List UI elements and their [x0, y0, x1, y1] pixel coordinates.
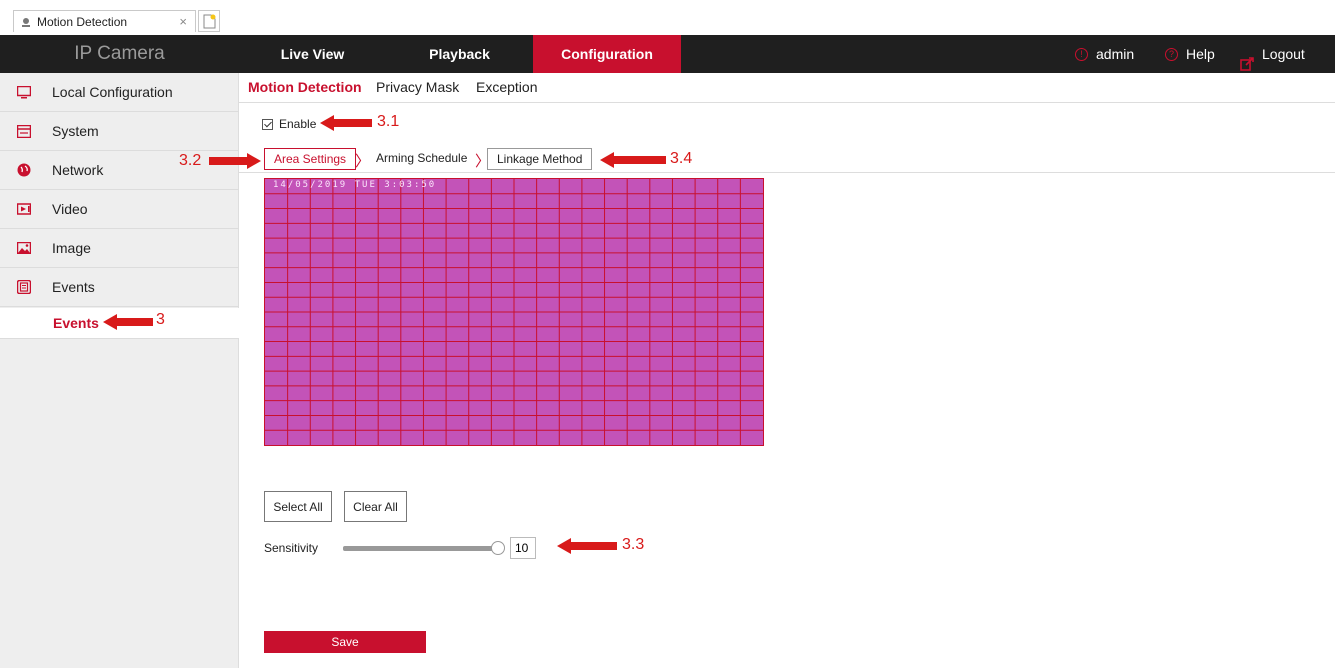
enable-checkbox[interactable]: [262, 118, 273, 130]
sidebar-item-system[interactable]: System: [0, 112, 239, 151]
sidebar-item-label: System: [52, 123, 99, 139]
motion-area-grid[interactable]: 14/05/2019 TUE 3:03:50: [264, 178, 764, 446]
help-label: Help: [1186, 46, 1215, 62]
user-menu[interactable]: ! admin: [1075, 35, 1134, 73]
save-button[interactable]: Save: [264, 631, 426, 653]
annotation-label-3-4: 3.4: [670, 150, 693, 167]
sidebar-item-label: Video: [52, 201, 88, 217]
image-icon: [17, 241, 31, 255]
logout-icon: [1240, 47, 1254, 71]
annotation-label-3-1: 3.1: [377, 113, 400, 130]
sidebar-item-image[interactable]: Image: [0, 229, 239, 268]
sidebar-item-label: Network: [52, 162, 104, 178]
nav-configuration[interactable]: Configuration: [533, 35, 681, 73]
tab-exception[interactable]: Exception: [476, 79, 537, 95]
sidebar-item-network[interactable]: Network: [0, 151, 239, 190]
help-link[interactable]: ? Help: [1165, 35, 1215, 73]
tab-motion-detection[interactable]: Motion Detection: [248, 79, 362, 95]
annotation-arrow-3-2: [209, 153, 261, 169]
sensitivity-slider-fill: [343, 546, 498, 551]
page: Motion Detection × IP Camera Live View P…: [0, 0, 1335, 668]
step-arming-schedule[interactable]: Arming Schedule: [367, 148, 476, 170]
user-name: admin: [1096, 46, 1135, 62]
browser-tab-title: Motion Detection: [37, 14, 128, 29]
user-icon: !: [1075, 47, 1088, 61]
annotation-arrow-3: [103, 314, 153, 330]
globe-icon: [17, 163, 31, 177]
sidebar-item-label: Image: [52, 240, 91, 256]
sidebar: Local Configuration System Network Video…: [0, 73, 239, 668]
top-nav: IP Camera Live View Playback Configurati…: [0, 35, 1335, 73]
step-area-settings[interactable]: Area Settings: [264, 148, 357, 170]
enable-row[interactable]: Enable: [262, 117, 316, 131]
browser-tab[interactable]: Motion Detection ×: [13, 10, 196, 32]
enable-label: Enable: [279, 117, 317, 131]
brand-title: IP Camera: [74, 43, 165, 64]
sidebar-item-events[interactable]: Events: [0, 268, 239, 307]
logout-link[interactable]: Logout: [1240, 35, 1305, 73]
browser-tabstrip: Motion Detection ×: [0, 0, 1335, 32]
osd-timestamp: 14/05/2019 TUE 3:03:50: [273, 180, 437, 190]
annotation-label-3: 3: [156, 311, 165, 328]
events-icon: [17, 280, 31, 294]
annotation-arrow-3-3: [557, 538, 617, 554]
sidebar-item-local-configuration[interactable]: Local Configuration: [0, 73, 239, 112]
clear-all-button[interactable]: Clear All: [344, 491, 407, 522]
select-all-button[interactable]: Select All: [264, 491, 332, 522]
new-tab-icon: [203, 14, 216, 29]
help-icon: ?: [1165, 47, 1178, 61]
annotation-arrow-3-1: [320, 115, 372, 131]
nav-playback[interactable]: Playback: [386, 35, 533, 73]
tab-privacy-mask[interactable]: Privacy Mask: [376, 79, 459, 95]
annotation-label-3-3: 3.3: [622, 536, 645, 553]
sensitivity-label: Sensitivity: [264, 541, 319, 555]
sidebar-item-video[interactable]: Video: [0, 190, 239, 229]
subtab-bar: Motion Detection Privacy Mask Exception: [239, 73, 1335, 103]
close-tab-icon[interactable]: ×: [179, 14, 187, 29]
nav-live-view[interactable]: Live View: [239, 35, 386, 73]
sensitivity-slider[interactable]: [343, 546, 498, 551]
camera-favicon-icon: [20, 16, 32, 28]
monitor-icon: [17, 85, 31, 99]
video-icon: [17, 202, 31, 216]
step-linkage-method[interactable]: Linkage Method: [487, 148, 593, 170]
sensitivity-slider-thumb[interactable]: [491, 541, 505, 555]
system-icon: [17, 124, 31, 138]
grid-lines: [265, 179, 763, 445]
annotation-arrow-3-4: [600, 152, 666, 168]
sidebar-item-label: Events: [52, 279, 95, 295]
step-tabs: Area Settings 〉 Arming Schedule 〉 Linkag…: [239, 148, 1335, 173]
logout-label: Logout: [1262, 46, 1305, 62]
new-tab-button[interactable]: [198, 10, 220, 32]
annotation-label-3-2: 3.2: [179, 152, 202, 169]
sensitivity-value-input[interactable]: [510, 537, 536, 559]
sidebar-item-label: Local Configuration: [52, 84, 173, 100]
